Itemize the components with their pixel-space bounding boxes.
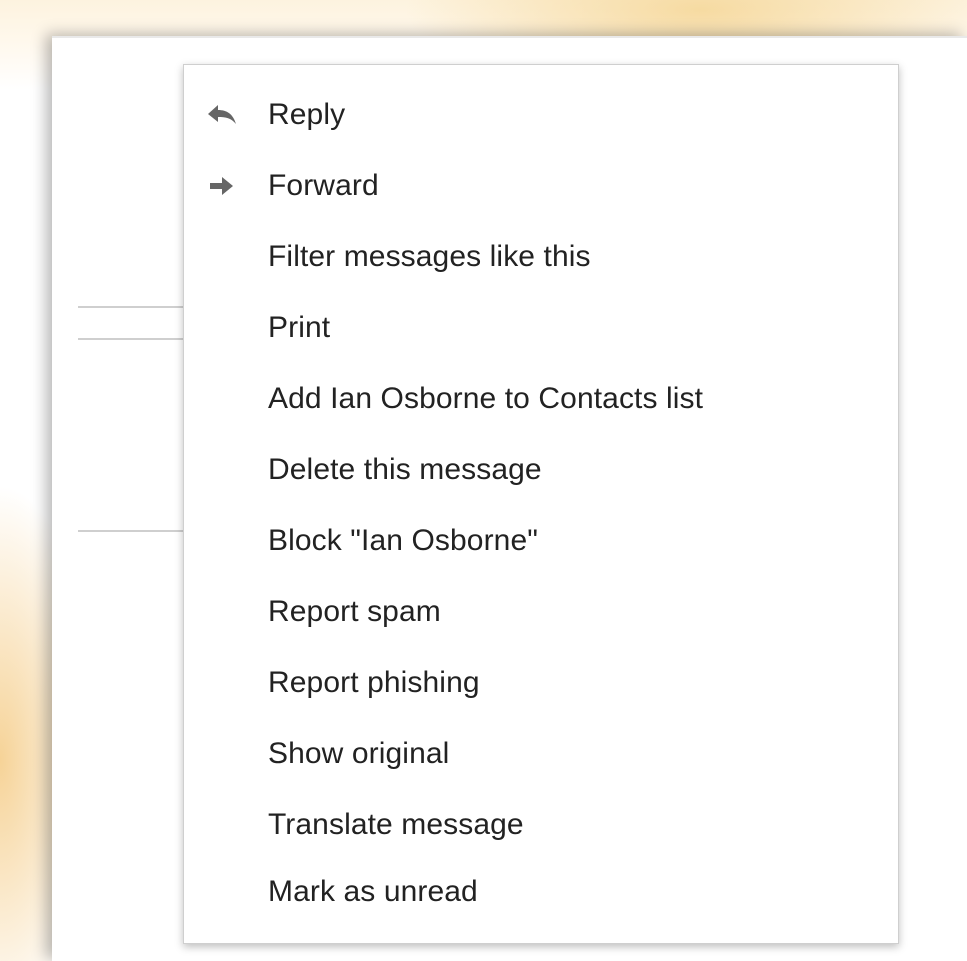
- menu-item-delete-message[interactable]: Delete this message: [184, 440, 898, 500]
- menu-item-label: Translate message: [268, 808, 524, 841]
- menu-item-label: Forward: [268, 169, 379, 202]
- menu-item-translate-message[interactable]: Translate message: [184, 795, 898, 855]
- menu-item-label: Report phishing: [268, 666, 480, 699]
- menu-item-show-original[interactable]: Show original: [184, 724, 898, 784]
- menu-item-mark-as-unread[interactable]: Mark as unread: [184, 862, 898, 922]
- menu-item-label: Block "Ian Osborne": [268, 524, 538, 557]
- menu-item-forward[interactable]: Forward: [184, 156, 898, 216]
- menu-item-label: Delete this message: [268, 453, 542, 486]
- forward-icon: [204, 171, 240, 201]
- menu-item-label: Reply: [268, 98, 346, 131]
- menu-item-report-spam[interactable]: Report spam: [184, 582, 898, 642]
- menu-item-label: Mark as unread: [268, 875, 478, 908]
- menu-item-block-sender[interactable]: Block "Ian Osborne": [184, 511, 898, 571]
- background-divider: [78, 530, 188, 532]
- message-more-options-menu: Reply Forward Filter messages like this …: [183, 64, 899, 944]
- page-top-border: [52, 36, 967, 38]
- menu-item-label: Show original: [268, 737, 450, 770]
- menu-item-label: Report spam: [268, 595, 441, 628]
- menu-item-reply[interactable]: Reply: [184, 85, 898, 145]
- reply-icon: [204, 100, 240, 130]
- background-divider: [78, 306, 188, 308]
- menu-item-filter-messages[interactable]: Filter messages like this: [184, 227, 898, 287]
- background-divider: [78, 338, 188, 340]
- menu-item-add-to-contacts[interactable]: Add Ian Osborne to Contacts list: [184, 369, 898, 429]
- menu-item-label: Filter messages like this: [268, 240, 591, 273]
- menu-item-print[interactable]: Print: [184, 298, 898, 358]
- menu-item-label: Add Ian Osborne to Contacts list: [268, 382, 704, 415]
- menu-item-report-phishing[interactable]: Report phishing: [184, 653, 898, 713]
- menu-item-label: Print: [268, 311, 331, 344]
